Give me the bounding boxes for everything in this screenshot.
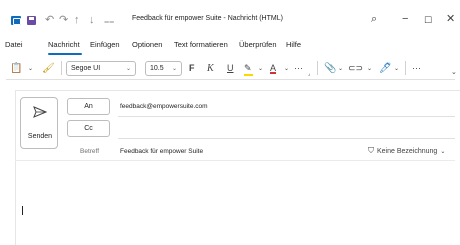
- title-bar: ↶ ↷ ↑ ↓ ⩵ Feedback für empower Suite - N…: [0, 0, 460, 36]
- send-button[interactable]: Senden: [20, 97, 58, 149]
- redo-icon[interactable]: ↷: [59, 13, 68, 27]
- font-name-value: Segoe UI: [71, 65, 101, 72]
- active-tab-indicator: [48, 53, 82, 55]
- chevron-down-icon: ⌄: [171, 66, 177, 72]
- format-painter-icon[interactable]: 🖌: [42, 61, 55, 75]
- to-button[interactable]: An: [67, 98, 110, 115]
- outlook-app-icon: [11, 16, 21, 25]
- arrow-up-icon[interactable]: ↑: [74, 13, 80, 27]
- tab-hilfe[interactable]: Hilfe: [286, 40, 301, 49]
- highlighter-icon: ✎: [244, 62, 252, 73]
- font-size-value: 10.5: [150, 65, 164, 72]
- ribbon-separator: [405, 61, 406, 75]
- font-color-button[interactable]: A: [270, 61, 276, 75]
- send-icon: [33, 106, 47, 118]
- cc-button[interactable]: Cc: [67, 120, 110, 137]
- more-formatting-button[interactable]: ···: [294, 61, 303, 75]
- attach-file-icon[interactable]: 📎: [324, 61, 336, 75]
- tab-ueberpruefen[interactable]: Überprüfen: [239, 40, 277, 49]
- subject-label: Betreff: [80, 148, 100, 155]
- close-icon[interactable]: ✕: [446, 12, 455, 26]
- sensitivity-label: Keine Bezeichnung: [377, 147, 438, 155]
- signature-icon[interactable]: 🖊: [379, 61, 392, 75]
- chevron-down-icon[interactable]: ⌄: [284, 61, 289, 75]
- chevron-down-icon[interactable]: ⌄: [338, 61, 343, 75]
- send-label: Senden: [27, 133, 53, 140]
- chevron-down-icon[interactable]: ⌄: [258, 61, 263, 75]
- highlight-color-bar: [244, 74, 253, 76]
- chevron-down-icon[interactable]: ⌄: [394, 61, 399, 75]
- subject-field-underline: [15, 160, 455, 161]
- tab-optionen[interactable]: Optionen: [132, 40, 162, 49]
- ribbon-toolbar: 📋 ⌄ 🖌 Segoe UI ⌄ 10.5 ⌄ F K U ✎ ⌄ A ⌄ ··…: [6, 56, 455, 80]
- undo-icon[interactable]: ↶: [45, 13, 54, 27]
- subject-field[interactable]: Feedback für empower Suite: [120, 148, 203, 155]
- font-size-select[interactable]: 10.5 ⌄: [145, 61, 182, 76]
- save-icon[interactable]: [27, 16, 36, 25]
- minimize-icon[interactable]: −: [402, 12, 408, 26]
- search-icon[interactable]: ⌕: [371, 13, 377, 26]
- to-field[interactable]: feedback@empowersuite.com: [120, 103, 208, 110]
- sensitivity-icon: ⛉: [368, 146, 374, 155]
- bold-button[interactable]: F: [189, 61, 195, 75]
- dialog-launcher-icon[interactable]: ⌟: [308, 67, 310, 81]
- link-icon[interactable]: ⊂⊃: [348, 61, 363, 75]
- ribbon-expand-chevron-icon[interactable]: ⌄: [451, 68, 457, 76]
- ribbon-separator: [61, 61, 62, 75]
- chevron-down-icon[interactable]: ⌄: [367, 61, 372, 75]
- chevron-down-icon: ⌄: [125, 66, 131, 72]
- chevron-down-icon: ⌄: [440, 148, 446, 155]
- window-title: Feedback für empower Suite - Nachricht (…: [132, 15, 283, 22]
- highlight-button[interactable]: ✎: [244, 61, 253, 76]
- customize-toolbar-icon[interactable]: ⩵: [104, 14, 114, 28]
- underline-button[interactable]: U: [227, 61, 234, 75]
- to-field-underline: [118, 116, 455, 117]
- ribbon-separator: [317, 61, 318, 75]
- paste-dropdown-chevron-icon[interactable]: ⌄: [28, 61, 33, 75]
- arrow-down-icon[interactable]: ↓: [89, 13, 95, 27]
- font-name-select[interactable]: Segoe UI ⌄: [66, 61, 136, 76]
- tab-datei[interactable]: Datei: [5, 40, 23, 49]
- tab-text-formatieren[interactable]: Text formatieren: [174, 40, 228, 49]
- maximize-icon[interactable]: ☐: [424, 13, 432, 27]
- tab-einfuegen[interactable]: Einfügen: [90, 40, 120, 49]
- menu-bar: Datei Nachricht Einfügen Optionen Text f…: [0, 36, 460, 54]
- italic-button[interactable]: K: [207, 61, 214, 75]
- sensitivity-label-button[interactable]: ⛉ Keine Bezeichnung ⌄: [368, 146, 445, 156]
- text-cursor: [22, 206, 23, 215]
- more-options-button[interactable]: ···: [412, 61, 421, 75]
- cc-field-underline: [118, 138, 455, 139]
- paste-icon[interactable]: 📋: [10, 61, 22, 75]
- tab-nachricht[interactable]: Nachricht: [48, 40, 80, 49]
